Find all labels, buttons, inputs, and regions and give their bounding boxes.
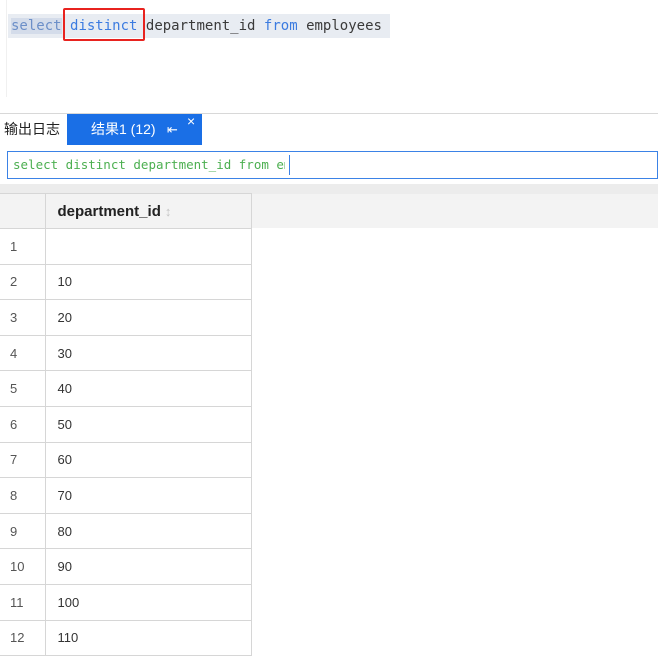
- row-number: 10: [0, 548, 46, 585]
- column-header-label: department_id: [57, 202, 161, 220]
- close-icon[interactable]: ×: [187, 106, 195, 137]
- table-row[interactable]: 8 70: [0, 477, 252, 514]
- cell-department-id[interactable]: 70: [44, 477, 252, 514]
- identifier-department-id: department_id: [145, 18, 256, 34]
- cell-department-id[interactable]: 20: [44, 299, 252, 336]
- row-number: 7: [0, 441, 46, 479]
- cell-department-id[interactable]: 80: [44, 512, 252, 550]
- row-number: 12: [0, 619, 46, 656]
- cell-department-id[interactable]: 100: [44, 583, 252, 621]
- code-line[interactable]: select distinct department_id from emplo…: [8, 14, 390, 38]
- cell-department-id[interactable]: 50: [44, 405, 252, 443]
- editor-gutter: [6, 0, 7, 97]
- grid-header-background: [250, 194, 658, 228]
- result-tabbar: 输出日志 结果1 (12) ⇤ ×: [0, 113, 658, 145]
- cell-department-id[interactable]: 40: [44, 370, 252, 407]
- table-row[interactable]: 4 30: [0, 334, 252, 372]
- table-row[interactable]: 1: [0, 228, 252, 265]
- row-number: 4: [0, 334, 46, 372]
- row-number: 3: [0, 299, 46, 336]
- table-row[interactable]: 2 10: [0, 263, 252, 301]
- table-row[interactable]: 7 60: [0, 441, 252, 479]
- sql-display-bar[interactable]: select distinct department_id from em: [7, 151, 658, 179]
- cell-department-id[interactable]: 90: [44, 548, 252, 585]
- tab-result-1[interactable]: 结果1 (12) ⇤ ×: [67, 113, 202, 145]
- keyword-from: from: [263, 18, 298, 34]
- column-header-department-id[interactable]: department_id ↕: [44, 193, 252, 229]
- identifier-employees: employees: [306, 18, 382, 34]
- sql-text: select distinct department_id from em: [13, 157, 285, 172]
- row-number-header: [0, 193, 46, 229]
- result-grid: department_id ↕ 1 2 10 3 20 4 30 5 40 6 50 7 60 8 70 9 8…: [0, 193, 252, 656]
- table-row[interactable]: 5 40: [0, 370, 252, 407]
- table-row[interactable]: 11 100: [0, 583, 252, 621]
- row-number: 9: [0, 512, 46, 550]
- row-number: 8: [0, 477, 46, 514]
- tab-result-label: 结果1 (12): [91, 121, 156, 137]
- cell-department-id[interactable]: 110: [44, 619, 252, 656]
- sql-editor[interactable]: select distinct department_id from emplo…: [0, 0, 658, 113]
- tab-output-log[interactable]: 输出日志: [0, 114, 66, 145]
- cell-department-id[interactable]: 60: [44, 441, 252, 479]
- keyword-distinct: distinct: [70, 18, 138, 34]
- row-number: 11: [0, 583, 46, 621]
- pin-icon[interactable]: ⇤: [167, 114, 178, 145]
- sort-icon[interactable]: ↕: [165, 204, 172, 219]
- row-number: 2: [0, 263, 46, 301]
- table-row[interactable]: 3 20: [0, 299, 252, 336]
- table-row[interactable]: 6 50: [0, 405, 252, 443]
- table-row[interactable]: 12 110: [0, 619, 252, 656]
- table-row[interactable]: 9 80: [0, 512, 252, 550]
- row-number: 5: [0, 370, 46, 407]
- row-number: 1: [0, 228, 46, 265]
- sql-text-underline: [8, 178, 285, 179]
- row-number: 6: [0, 405, 46, 443]
- sql-bar-divider[interactable]: [289, 155, 290, 175]
- cell-department-id[interactable]: 30: [44, 334, 252, 372]
- cell-department-id[interactable]: 10: [44, 263, 252, 301]
- cell-department-id[interactable]: [44, 228, 252, 265]
- keyword-select: select: [11, 18, 62, 34]
- table-row[interactable]: 10 90: [0, 548, 252, 585]
